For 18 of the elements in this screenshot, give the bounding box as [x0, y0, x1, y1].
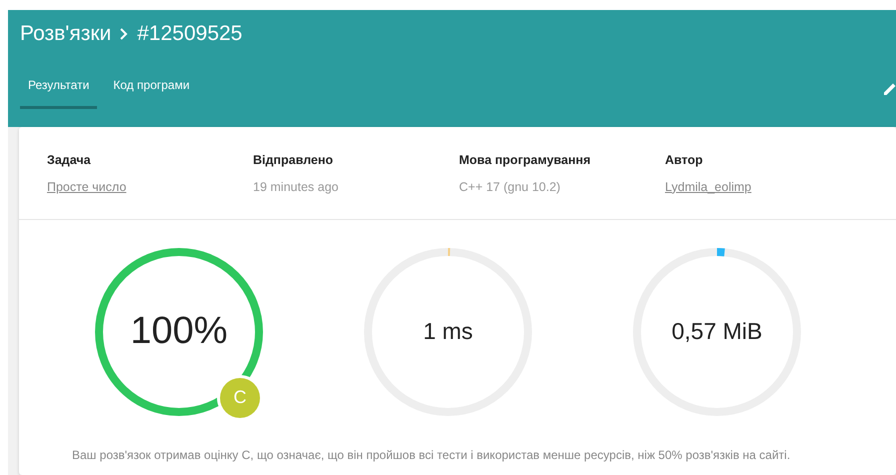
submission-title: #12509525	[137, 21, 242, 47]
grade-message: Ваш розв'язок отримав оцінку C, що означає, що він пройшов всі тести і використав менше ресурсів, ніж 50% розв'язків на сайті.	[71, 446, 792, 464]
section-title[interactable]: Розв'язки	[20, 18, 112, 50]
tab[interactable]: Результати	[20, 66, 98, 108]
field-link[interactable]: Lydmila_eolimp	[665, 180, 752, 194]
field-label: Мова програмування	[459, 152, 592, 169]
gauge-value: 1 ms	[423, 317, 473, 346]
gauge-value: 100%	[130, 309, 228, 354]
grade-badge: C	[220, 378, 260, 418]
gauge-value: 0,57 MiB	[672, 317, 762, 346]
field-value: 19 minutes ago	[253, 180, 338, 194]
chevron-icon	[119, 26, 130, 41]
field-label: Задача	[47, 152, 92, 169]
field-label: Відправлено	[253, 152, 334, 169]
field-label: Автор	[665, 152, 704, 169]
field-value: C++ 17 (gnu 10.2)	[459, 180, 560, 194]
tab[interactable]: Код програми	[105, 66, 198, 108]
field-link[interactable]: Просте число	[47, 180, 126, 194]
